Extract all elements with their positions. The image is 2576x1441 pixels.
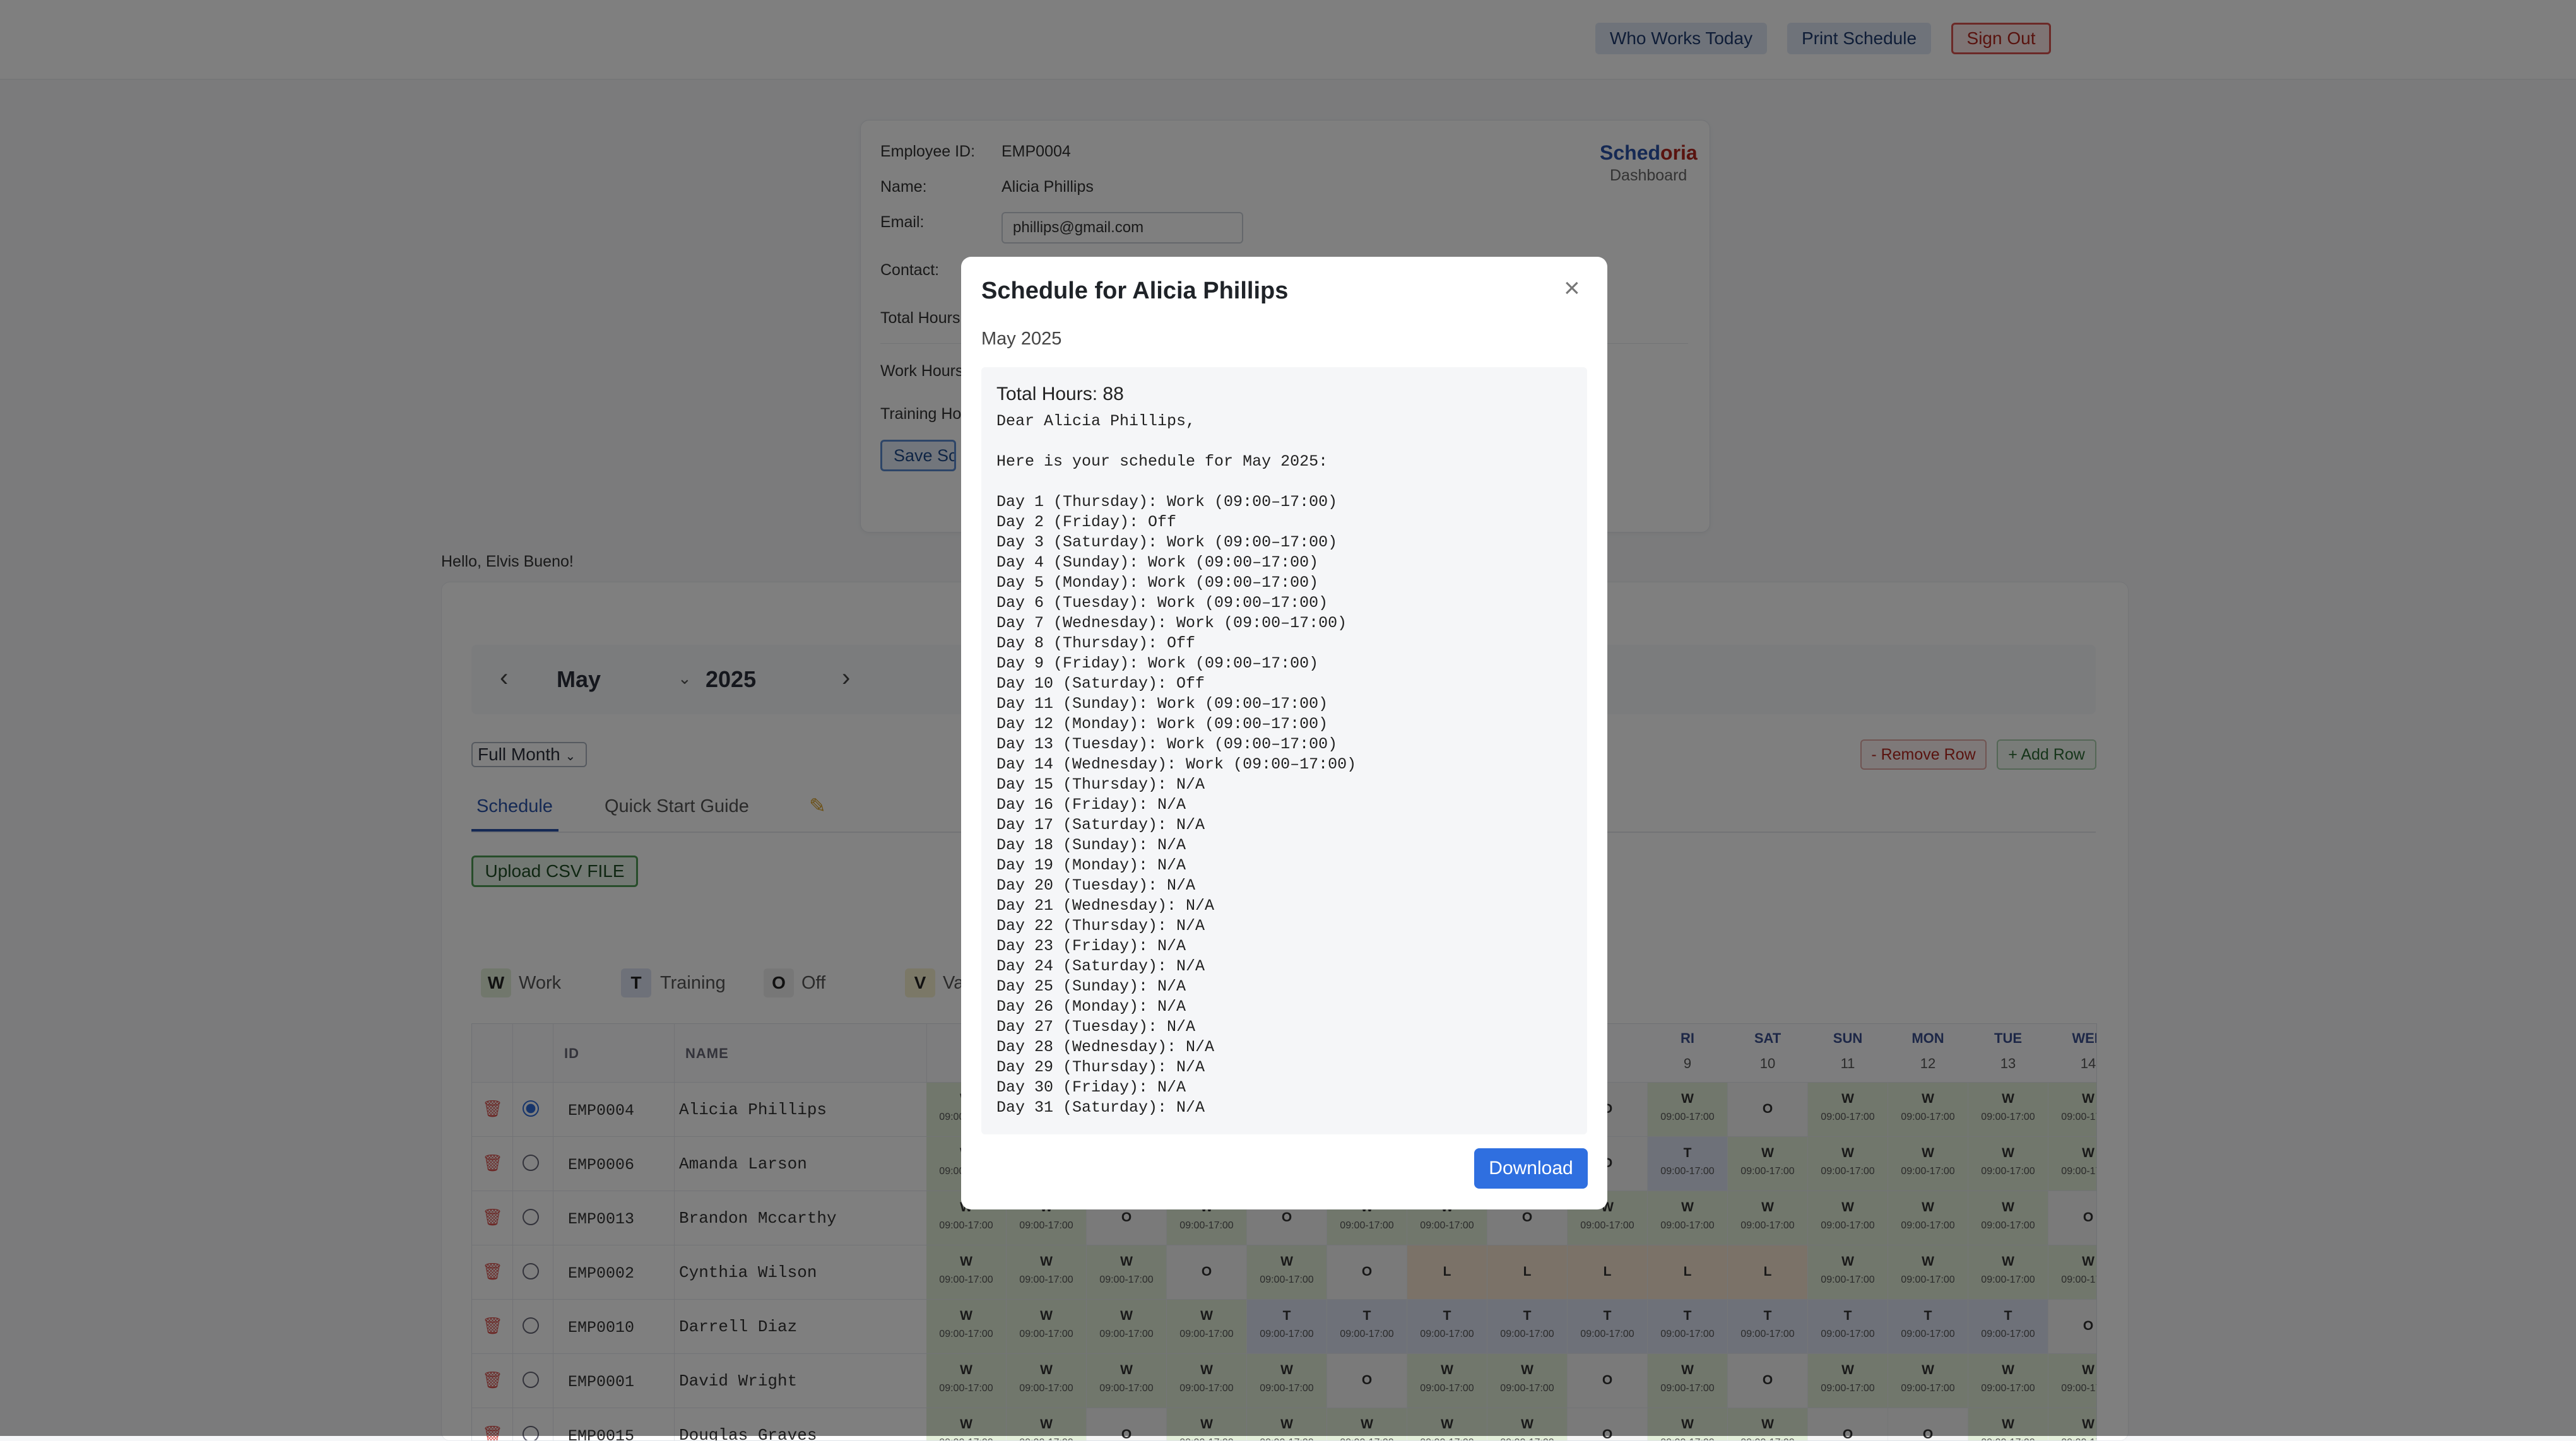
shift-time: 09:00-17:00 [1487, 1437, 1567, 1440]
shift-time: 09:00-17:00 [1728, 1437, 1807, 1440]
download-button[interactable]: Download [1474, 1148, 1588, 1189]
shift-time: 09:00-17:00 [2048, 1437, 2096, 1440]
modal-title: Schedule for Alicia Phillips [981, 278, 1289, 304]
shift-time: 09:00-17:00 [1167, 1437, 1246, 1440]
shift-time: 09:00-17:00 [1007, 1437, 1086, 1440]
shift-time: 09:00-17:00 [1407, 1437, 1487, 1440]
shift-time: 09:00-17:00 [1968, 1437, 2048, 1440]
schedule-letter: Dear Alicia Phillips, Here is your sched… [996, 412, 1357, 1117]
shift-time: 09:00-17:00 [1247, 1437, 1326, 1440]
shift-time: 09:00-17:00 [926, 1437, 1006, 1440]
shift-time: 09:00-17:00 [1648, 1437, 1727, 1440]
total-hours: Total Hours: 88 [996, 384, 1124, 404]
modal-subtitle: May 2025 [981, 329, 1062, 349]
close-icon[interactable]: × [1564, 273, 1580, 304]
shift-time: 09:00-17:00 [1327, 1437, 1407, 1440]
